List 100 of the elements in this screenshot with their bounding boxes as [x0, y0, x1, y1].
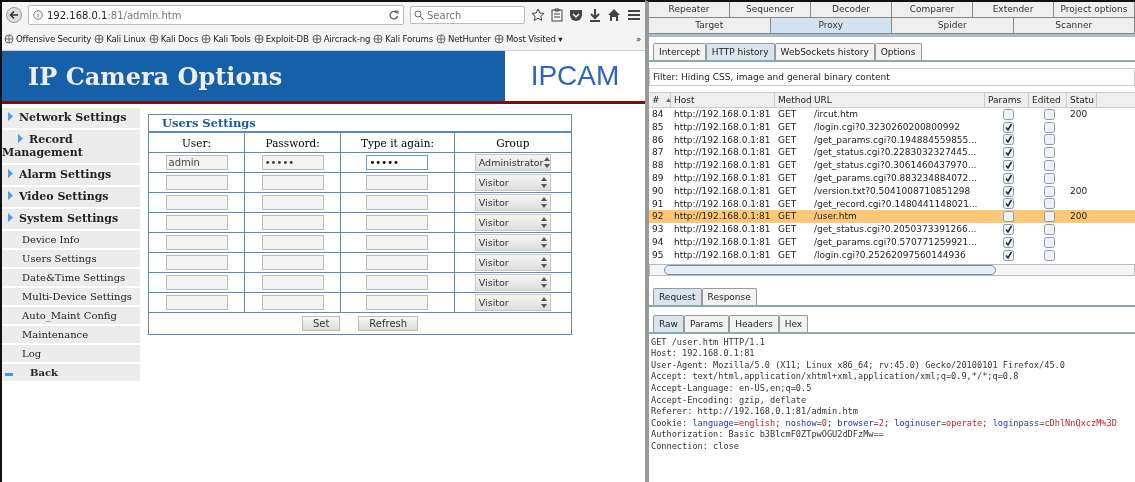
group-dropdown[interactable]: Visitor — [474, 254, 551, 271]
checkbox[interactable] — [1003, 108, 1014, 120]
user-field[interactable] — [165, 175, 228, 190]
history-row[interactable]: 92 http://192.168.0.1:81 GET /user.htm 200 — [649, 210, 1135, 224]
column-header[interactable]: Statu — [1067, 93, 1097, 107]
menu-item[interactable]: Record Management — [2, 130, 140, 163]
tool-tab[interactable]: Project options — [1054, 2, 1135, 18]
password-field[interactable] — [261, 195, 324, 210]
bookmark-link[interactable]: NetHunter — [448, 34, 491, 44]
view-tab[interactable]: Hex — [778, 314, 809, 332]
checkbox[interactable] — [1003, 172, 1014, 184]
checkbox[interactable] — [1003, 236, 1014, 248]
tool-tab[interactable]: Scanner — [1013, 18, 1135, 34]
menu-item[interactable]: Network Settings — [2, 108, 140, 128]
user-field[interactable]: admin — [165, 155, 228, 170]
confirm-password-field[interactable] — [366, 235, 429, 250]
history-row[interactable]: 93 http://192.168.0.1:81 GET /get_status.cgi?0.2050373391266... — [649, 223, 1135, 236]
action-button[interactable]: Refresh — [358, 316, 419, 331]
confirm-password-field[interactable] — [366, 255, 429, 270]
checkbox[interactable] — [1044, 172, 1055, 184]
menu-item[interactable]: Video Settings — [2, 187, 140, 207]
group-dropdown[interactable]: Visitor — [474, 234, 551, 251]
group-dropdown[interactable]: Administrator — [474, 154, 551, 171]
confirm-password-field[interactable]: ••••• — [366, 155, 429, 170]
password-field[interactable] — [261, 235, 324, 250]
shield-icon[interactable] — [569, 8, 583, 22]
checkbox[interactable] — [1044, 134, 1055, 146]
submenu-item[interactable]: Date&Time Settings — [2, 269, 140, 286]
password-field[interactable] — [261, 215, 324, 230]
history-row[interactable]: 86 http://192.168.0.1:81 GET /get_params.cgi?0.194884559855... — [649, 133, 1135, 147]
checkbox[interactable] — [1044, 160, 1055, 172]
history-row[interactable]: 94 http://192.168.0.1:81 GET /get_params.cgi?0.570771259921... — [649, 235, 1135, 249]
filter-bar[interactable]: Filter: Hiding CSS, image and general binary content — [649, 68, 1135, 86]
column-header[interactable]: URL — [811, 93, 985, 107]
checkbox[interactable] — [1003, 147, 1014, 159]
view-tab[interactable]: Params — [683, 314, 730, 332]
bookmark-link[interactable]: Most Visited ▾ — [505, 34, 563, 44]
address-bar[interactable]: 192.168.0.1:81/admin.htm — [28, 5, 404, 25]
history-row[interactable]: 88 http://192.168.0.1:81 GET /get_status.cgi?0.3061460437970... — [649, 159, 1135, 172]
password-field[interactable] — [261, 295, 324, 310]
group-dropdown[interactable]: Visitor — [474, 274, 551, 291]
group-dropdown[interactable]: Visitor — [474, 174, 551, 191]
bookmark-link[interactable]: Aircrack-ng — [323, 34, 371, 44]
confirm-password-field[interactable] — [366, 215, 429, 230]
message-tab[interactable]: Response — [701, 287, 757, 305]
password-field[interactable] — [261, 275, 324, 290]
checkbox[interactable] — [1044, 224, 1055, 236]
overflow-button[interactable]: » — [635, 34, 645, 44]
submenu-item[interactable]: Maintenance — [2, 326, 140, 343]
submenu-item[interactable]: Log — [2, 345, 140, 362]
group-dropdown[interactable]: Visitor — [474, 194, 551, 211]
horizontal-scrollbar[interactable] — [649, 263, 1135, 276]
menu-item[interactable]: System Settings — [2, 209, 140, 229]
history-row[interactable]: 95 http://192.168.0.1:81 GET /login.cgi?0.25262097560144936 — [649, 248, 1135, 262]
checkbox[interactable] — [1044, 147, 1055, 159]
checkbox[interactable] — [1003, 134, 1014, 146]
clipboard-icon[interactable] — [551, 8, 563, 22]
checkbox[interactable] — [1044, 236, 1055, 248]
history-row[interactable]: 85 http://192.168.0.1:81 GET /login.cgi?0.3230260200800992 — [649, 120, 1135, 134]
user-field[interactable] — [165, 255, 228, 270]
bookmark-link[interactable]: Kali Linux — [106, 34, 146, 44]
tool-tab[interactable]: Spider — [892, 18, 1014, 34]
checkbox[interactable] — [1003, 185, 1014, 197]
user-field[interactable] — [165, 195, 228, 210]
search-field[interactable]: Search — [410, 6, 525, 24]
column-header[interactable]: Host — [671, 93, 775, 107]
star-icon[interactable] — [531, 8, 545, 22]
message-tab[interactable]: Request — [653, 287, 702, 305]
back-icon[interactable] — [6, 7, 22, 23]
confirm-password-field[interactable] — [366, 175, 429, 190]
submenu-item[interactable]: Users Settings — [2, 250, 140, 267]
download-icon[interactable] — [589, 8, 601, 22]
bookmark-link[interactable]: Kali Tools — [213, 34, 251, 44]
checkbox[interactable] — [1003, 160, 1014, 172]
proxy-subtab[interactable]: WebSockets history — [774, 43, 875, 60]
history-row[interactable]: 87 http://192.168.0.1:81 GET /get_status.cgi?0.2283032327445... — [649, 146, 1135, 160]
user-field[interactable] — [165, 215, 228, 230]
checkbox[interactable] — [1044, 108, 1055, 120]
tool-tab[interactable]: Extender — [973, 2, 1054, 18]
home-icon[interactable] — [607, 8, 621, 22]
menu-item[interactable]: Alarm Settings — [2, 165, 140, 185]
column-header[interactable]: # — [649, 93, 671, 107]
password-field[interactable] — [261, 175, 324, 190]
checkbox[interactable] — [1003, 249, 1014, 261]
checkbox[interactable] — [1003, 224, 1014, 236]
tool-tab[interactable]: Decoder — [811, 2, 892, 18]
password-field[interactable]: ••••• — [261, 155, 324, 170]
proxy-subtab[interactable]: Intercept — [653, 43, 706, 60]
checkbox[interactable] — [1044, 211, 1055, 223]
checkbox[interactable] — [1044, 185, 1055, 197]
checkbox[interactable] — [1044, 121, 1055, 133]
checkbox[interactable] — [1044, 249, 1055, 261]
history-row[interactable]: 84 http://192.168.0.1:81 GET /ircut.htm 200 — [649, 108, 1135, 121]
group-dropdown[interactable]: Visitor — [474, 294, 551, 311]
submenu-item[interactable]: Multi-Device Settings — [2, 288, 140, 305]
user-field[interactable] — [165, 235, 228, 250]
confirm-password-field[interactable] — [366, 295, 429, 310]
submenu-item[interactable]: Device Info — [2, 231, 140, 248]
column-header[interactable]: Params — [985, 93, 1029, 107]
user-field[interactable] — [165, 275, 228, 290]
